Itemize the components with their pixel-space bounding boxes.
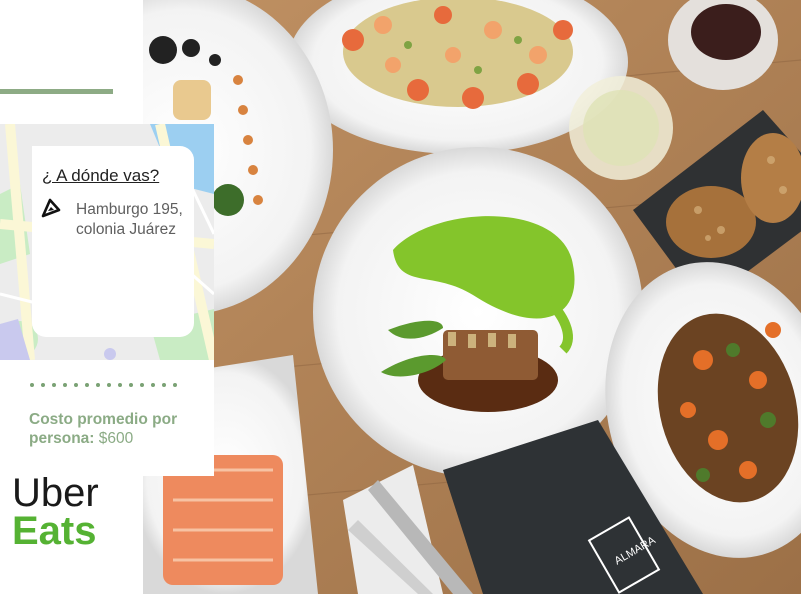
destination-address: Hamburgo 195, colonia Juárez (76, 201, 183, 238)
uber-eats-logo: Uber Eats (12, 471, 99, 553)
average-cost: Costo promedio por persona: $600 (29, 410, 209, 448)
logo-uber: Uber (12, 471, 99, 515)
food-photo: ALMARA (143, 0, 801, 594)
food-photo-illustration: ALMARA (143, 0, 801, 594)
wine-glass (569, 76, 673, 180)
destination-question[interactable]: ¿ A dónde vas? (42, 166, 159, 186)
cost-price: $600 (98, 430, 134, 447)
logo-eats: Eats (12, 509, 97, 553)
dotted-separator (30, 383, 177, 387)
green-accent-rule (0, 89, 113, 94)
navigation-arrow-icon (40, 197, 62, 219)
